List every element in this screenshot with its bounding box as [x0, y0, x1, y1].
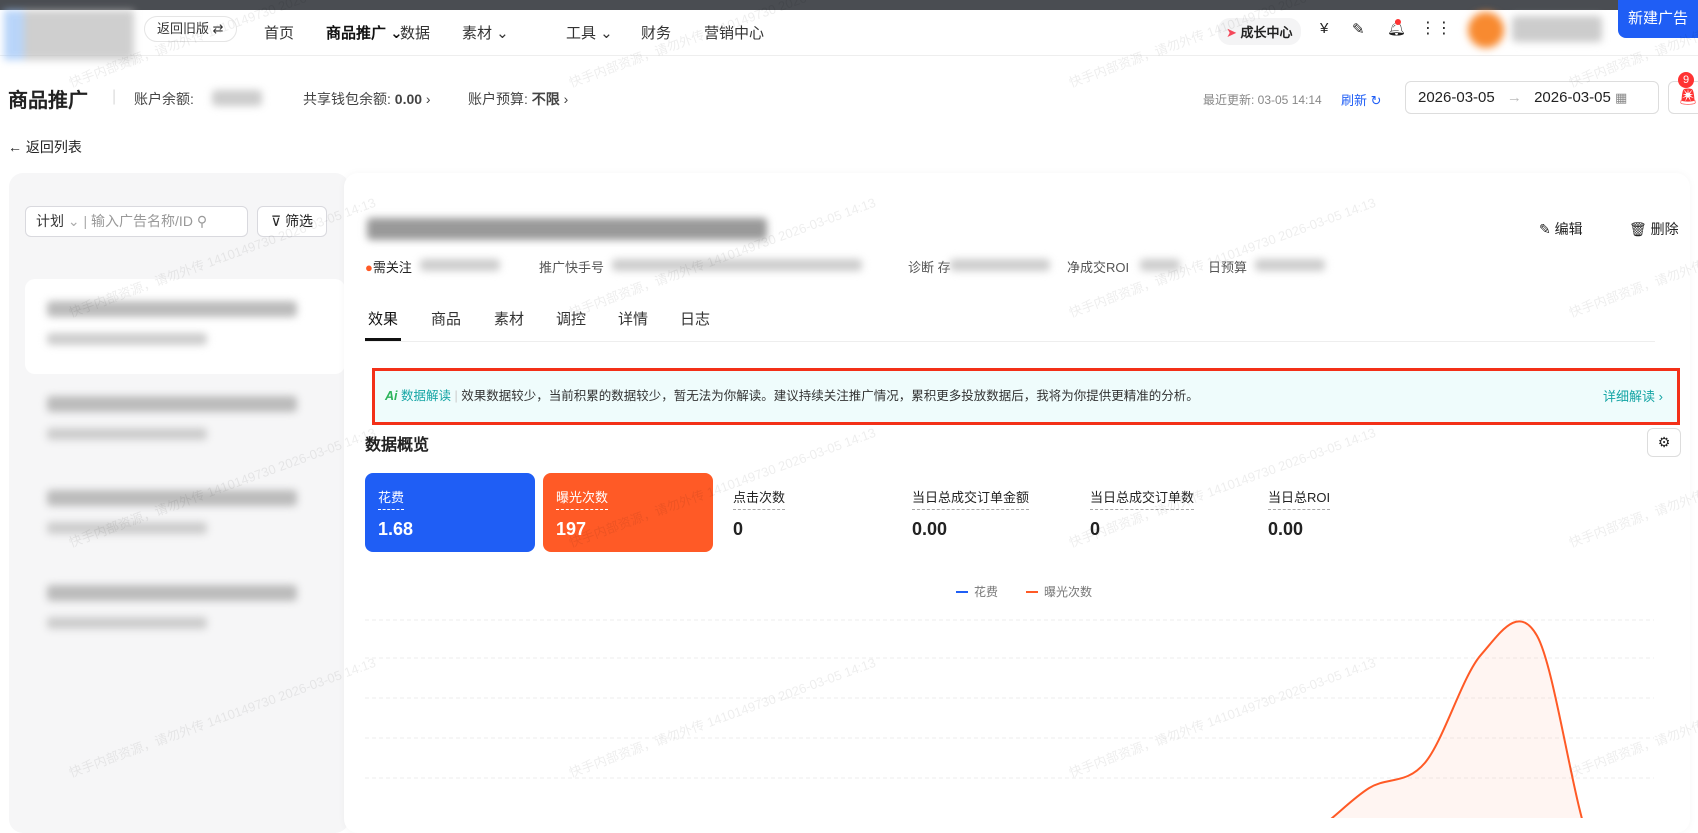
trend-chart: 花费 曝光次数 — [365, 584, 1654, 818]
legend-label: 曝光次数 — [1044, 584, 1092, 599]
legend-label: 花费 — [974, 584, 998, 599]
series-area — [1332, 621, 1582, 818]
